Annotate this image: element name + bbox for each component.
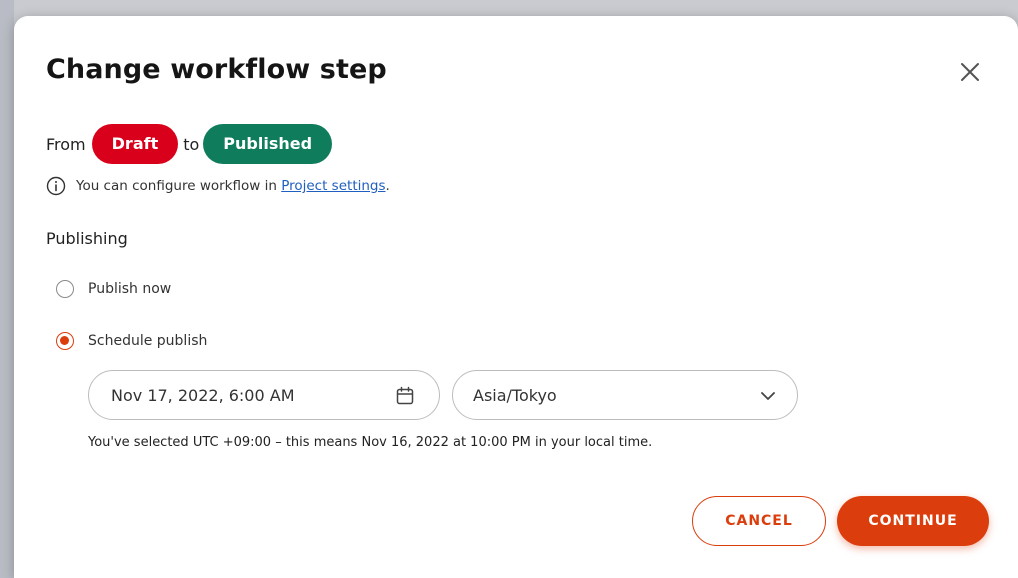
change-workflow-dialog: Change workflow step From Draft to Publi…: [14, 16, 1018, 578]
timezone-value: Asia/Tokyo: [473, 385, 557, 405]
chevron-down-icon: [761, 392, 775, 400]
info-text: You can configure workflow in: [76, 178, 277, 194]
project-settings-link[interactable]: Project settings: [281, 178, 385, 194]
publish-now-radio[interactable]: [56, 280, 74, 298]
close-icon: [961, 63, 979, 81]
timezone-select[interactable]: Asia/Tokyo: [452, 370, 798, 420]
from-label: From: [46, 134, 86, 154]
schedule-publish-radio[interactable]: [56, 332, 74, 350]
backdrop: [0, 0, 14, 578]
local-time-hint: You've selected UTC +09:00 – this means …: [88, 435, 653, 450]
to-state-badge: Published: [203, 124, 333, 164]
schedule-publish-label: Schedule publish: [88, 333, 208, 349]
schedule-date-value: Nov 17, 2022, 6:00 AM: [111, 385, 295, 405]
publish-now-option[interactable]: Publish now: [56, 280, 171, 298]
workflow-transition: From Draft to Published: [46, 123, 333, 165]
close-button[interactable]: [956, 58, 984, 86]
schedule-publish-option[interactable]: Schedule publish: [56, 332, 207, 350]
to-label: to: [183, 134, 200, 154]
continue-button[interactable]: CONTINUE: [837, 496, 989, 546]
publishing-section-label: Publishing: [46, 229, 128, 248]
info-icon: [46, 176, 66, 196]
workflow-info: You can configure workflow in Project se…: [46, 176, 390, 196]
info-suffix: .: [385, 178, 390, 194]
schedule-date-input[interactable]: Nov 17, 2022, 6:00 AM: [88, 370, 440, 420]
dialog-title: Change workflow step: [46, 54, 387, 85]
calendar-icon[interactable]: [395, 386, 415, 406]
publish-now-label: Publish now: [88, 281, 172, 297]
from-state-badge: Draft: [91, 124, 179, 164]
cancel-button[interactable]: CANCEL: [692, 496, 826, 546]
